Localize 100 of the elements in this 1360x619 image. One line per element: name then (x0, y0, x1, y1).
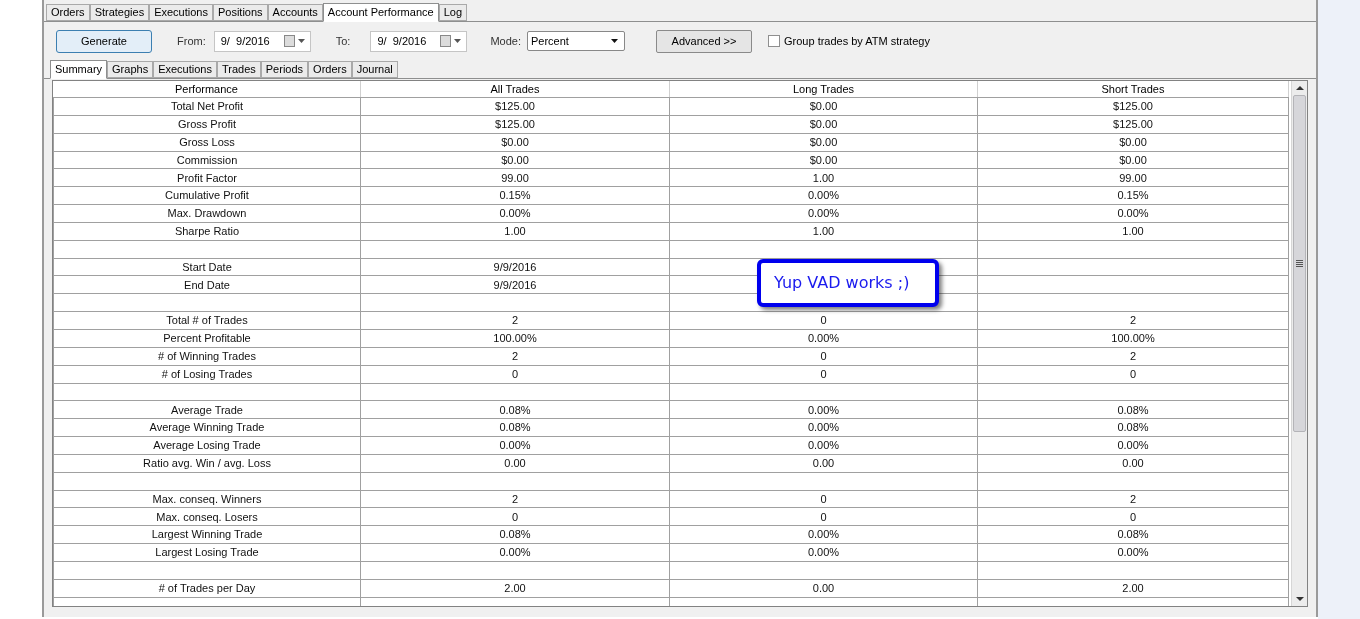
table-cell: Commission (53, 151, 361, 169)
vertical-scrollbar[interactable] (1291, 81, 1307, 606)
table-cell: 100.00% (361, 329, 670, 347)
tab[interactable]: Log (438, 4, 467, 21)
tab[interactable]: Trades (216, 61, 261, 78)
table-cell: 0 (978, 365, 1289, 383)
table-cell: $0.00 (670, 151, 978, 169)
tab[interactable]: Positions (212, 4, 268, 21)
table-cell: 0.08% (978, 401, 1289, 419)
table-cell: $0.00 (978, 151, 1289, 169)
table-cell: 0.00% (670, 205, 978, 222)
table-cell: End Date (53, 276, 361, 294)
table-cell: 0.00% (670, 401, 978, 419)
table-cell: $125.00 (978, 98, 1289, 115)
table-cell: 0.08% (978, 419, 1289, 437)
table-cell: 0.00% (670, 187, 978, 205)
tab[interactable]: Journal (351, 61, 398, 78)
table-cell: 0.00% (978, 544, 1289, 561)
table-cell: $0.00 (670, 115, 978, 133)
table-cell: 0 (361, 508, 670, 526)
table-cell: 0.00 (978, 454, 1289, 472)
table-cell: 2 (361, 312, 670, 329)
table-cell: 0 (670, 312, 978, 329)
table-cell: 99.00 (361, 169, 670, 187)
table-cell: 2 (361, 347, 670, 365)
grip-icon (1296, 260, 1303, 267)
from-date-field[interactable]: 9/ 9/2016 (213, 30, 311, 52)
table-cell: 0.00% (670, 544, 978, 561)
table-cell: $125.00 (361, 115, 670, 133)
table-cell: 0 (670, 365, 978, 383)
table-cell: 0.00 (670, 579, 978, 597)
table-cell: 0.08% (361, 419, 670, 437)
group-checkbox[interactable] (768, 35, 780, 47)
advanced-button[interactable]: Advanced >> (656, 29, 752, 53)
mode-dropdown[interactable]: Percent (527, 31, 625, 51)
table-cell: 0.00% (670, 419, 978, 437)
table-cell: 0.00 (670, 454, 978, 472)
table-cell: 2 (978, 347, 1289, 365)
tab[interactable]: Summary (50, 60, 108, 79)
table-cell: 0.08% (361, 401, 670, 419)
table-cell: 0.08% (978, 526, 1289, 544)
table-cell: $125.00 (978, 115, 1289, 133)
from-label: From: (177, 33, 206, 49)
table-cell: 100.00% (978, 329, 1289, 347)
table-cell: 0.15% (978, 187, 1289, 205)
table-cell: $125.00 (361, 98, 670, 115)
table-cell: 0.15% (361, 187, 670, 205)
tab[interactable]: Orders (308, 61, 352, 78)
group-checkbox-label: Group trades by ATM strategy (784, 33, 930, 49)
column-header[interactable]: Short Trades (1101, 81, 1165, 98)
to-date-field[interactable]: 9/ 9/2016 (370, 30, 468, 52)
tab[interactable]: Strategies (89, 4, 150, 21)
table-cell: Max. Drawdown (53, 205, 361, 222)
table-cell: 2 (978, 312, 1289, 329)
generate-button[interactable]: Generate (56, 29, 152, 53)
tab[interactable]: Periods (260, 61, 309, 78)
table-cell: $0.00 (670, 133, 978, 151)
tab[interactable]: Account Performance (322, 3, 439, 22)
table-cell: Total # of Trades (53, 312, 361, 329)
table-cell: $0.00 (361, 133, 670, 151)
dropdown-arrow-icon (611, 39, 618, 43)
table-cell: 9/9/2016 (361, 258, 670, 276)
table-cell: $0.00 (670, 98, 978, 115)
table-cell: 0.08% (361, 526, 670, 544)
table-cell: $0.00 (361, 151, 670, 169)
tab[interactable]: Executions (153, 61, 217, 78)
column-header[interactable]: Long Trades (792, 81, 855, 98)
table-cell: Average Losing Trade (53, 437, 361, 454)
table-cell: 0.00% (361, 544, 670, 561)
table-cell: 1.00 (978, 222, 1289, 240)
table-cell: Max. conseq. Winners (53, 490, 361, 508)
table-cell: $0.00 (978, 133, 1289, 151)
mode-label: Mode: (490, 33, 521, 49)
table-cell: 1.00 (670, 169, 978, 187)
scrollbar-thumb[interactable] (1293, 95, 1306, 432)
table-cell: 0 (978, 508, 1289, 526)
table-cell: 0.00% (670, 437, 978, 454)
table-cell: 2.00 (361, 579, 670, 597)
calendar-dropdown-icon[interactable] (440, 35, 463, 47)
table-cell: 0.00% (978, 437, 1289, 454)
table-cell: Percent Profitable (53, 329, 361, 347)
table-cell: # of Winning Trades (53, 347, 361, 365)
tab[interactable]: Graphs (107, 61, 154, 78)
tab[interactable]: Executions (149, 4, 213, 21)
table-cell: 1.00 (670, 222, 978, 240)
table-cell: Gross Loss (53, 133, 361, 151)
table-cell: Total Net Profit (53, 98, 361, 115)
table-cell: Sharpe Ratio (53, 222, 361, 240)
table-cell: 0.00% (670, 329, 978, 347)
table-cell: Max. conseq. Losers (53, 508, 361, 526)
column-header[interactable]: Performance (175, 81, 238, 98)
column-header[interactable]: All Trades (490, 81, 540, 98)
callout-bubble: Yup VAD works ;) (757, 259, 939, 307)
tab[interactable]: Accounts (267, 4, 323, 21)
calendar-dropdown-icon[interactable] (283, 35, 306, 47)
to-label: To: (335, 33, 351, 49)
table-cell: 0.00% (361, 437, 670, 454)
table-cell: Profit Factor (53, 169, 361, 187)
tab[interactable]: Orders (46, 4, 90, 21)
table-cell: 0 (670, 490, 978, 508)
